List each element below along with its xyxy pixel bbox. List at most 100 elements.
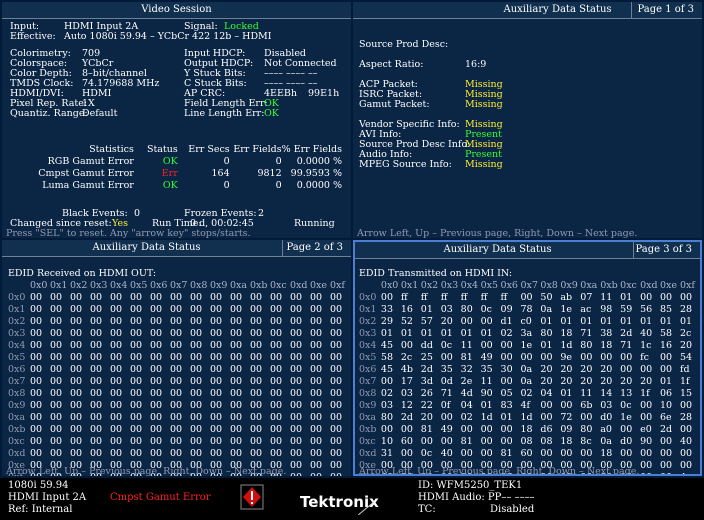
hex-row-header: 0x7 <box>359 376 377 387</box>
hex-row: 0x1 00 00 00 00 00 00 00 00 00 00 00 00 00 00 00 00 <box>8 304 350 316</box>
hex-cell: 00 <box>250 352 263 363</box>
hex-cell: 00 <box>50 400 63 411</box>
hex-cell: 1e <box>560 304 573 315</box>
hex-cell: 00 <box>330 412 343 423</box>
field-label: Quantiz. Range: <box>10 108 88 119</box>
stats-header-row: Statistics Status Err Secs Err Fields% Err … <box>22 144 342 156</box>
hex-col-header: 0x2 <box>70 280 88 291</box>
hex-cell: 00 <box>310 412 323 423</box>
hex-row-header: 0x4 <box>8 340 26 351</box>
reset-hint: Press "SEL" to reset. Any "arrow key" st… <box>6 228 251 238</box>
hex-cell: 01 <box>420 328 433 339</box>
hex-cell: 81 <box>500 448 513 459</box>
hex-col-header: 0x6 <box>500 280 518 291</box>
hex-cell: 00 <box>380 376 393 387</box>
hex-row-header: 0xb <box>359 424 377 435</box>
hex-cell: 00 <box>290 472 310 476</box>
hex-cell: 00 <box>290 436 303 447</box>
hex-cell: 00 <box>50 388 63 399</box>
hex-cell: 01 <box>420 304 433 315</box>
status-bar: 1080i 59.94 HDMI Input 2A Ref: Internal … <box>0 478 704 520</box>
hex-row: 0x5 58 2c 25 00 81 49 00 00 00 9e 00 00 00 fc 00 54 <box>359 352 700 364</box>
hex-cell: ff <box>480 292 488 303</box>
hex-row: 0x9 00 00 00 00 00 00 00 00 00 00 00 00 00 00 00 00 <box>8 400 350 412</box>
hex-cell: 00 <box>230 340 243 351</box>
hex-cell: 22 <box>420 400 433 411</box>
hex-cell: 00 <box>290 412 303 423</box>
hex-cell: 00 <box>660 292 673 303</box>
hex-cell: 6e <box>660 412 672 423</box>
hex-cell: 00 <box>110 328 123 339</box>
hex-cell: 00 <box>310 400 323 411</box>
alarm-warning-icon <box>240 484 264 513</box>
hex-cell: 00 <box>90 388 103 399</box>
hex-cell: 00 <box>290 340 303 351</box>
hex-cell: 00 <box>170 436 183 447</box>
edid-in-table: 0x0 0x1 0x2 0x3 0x4 0x5 0x6 0x7 0x8 0x9 0xa 0xb 0xc 0… <box>359 280 700 474</box>
hex-row-header: 0x5 <box>8 352 26 363</box>
hex-cell: 00 <box>330 292 343 303</box>
video-session-panel[interactable]: Video Session Input: HDMI Input 2A Signa… <box>2 2 351 238</box>
hex-cell: 00 <box>130 424 143 435</box>
hex-cell: 49 <box>480 352 493 363</box>
hex-cell: d0 <box>620 436 633 447</box>
hex-cell: d1 <box>500 316 513 327</box>
aux-data-page2-panel[interactable]: Auxiliary Data Status Page 2 of 3 EDID R… <box>2 240 351 476</box>
hex-cell: 00 <box>70 376 83 387</box>
aux-data-page1-panel[interactable]: Auxiliary Data Status Page 1 of 3 Source… <box>353 2 702 238</box>
panel-title-bar: Auxiliary Data Status Page 2 of 3 <box>2 240 351 257</box>
hex-cell: 00 <box>190 304 203 315</box>
hex-cell: 00 <box>70 364 83 375</box>
hex-cell: 81 <box>460 352 473 363</box>
hex-cell: 32 <box>460 364 473 375</box>
hex-cell: 00 <box>250 340 263 351</box>
hex-cell: 20 <box>640 376 653 387</box>
hex-col-header: 0x0 <box>380 280 399 291</box>
hex-cell: 00 <box>190 316 203 327</box>
hex-cell: 00 <box>210 436 223 447</box>
hex-cell: 00 <box>90 364 103 375</box>
panel-title: Auxiliary Data Status <box>92 242 201 253</box>
hex-row-header: 0xa <box>359 412 377 423</box>
hex-cell: 00 <box>250 412 263 423</box>
hex-cell: a0 <box>600 424 612 435</box>
panel-title-bar: Auxiliary Data Status Page 3 of 3 <box>355 242 700 259</box>
hex-cell: 00 <box>110 364 123 375</box>
hex-cell: 03 <box>380 400 393 411</box>
hex-row-header: 0xc <box>359 436 376 447</box>
hex-cell: 00 <box>270 400 283 411</box>
hex-cell: 00 <box>70 436 83 447</box>
hex-col-header: 0xb <box>250 280 268 291</box>
hex-cell: 00 <box>660 436 673 447</box>
hex-cell: 00 <box>290 304 303 315</box>
hex-cell: 40 <box>679 436 693 447</box>
hex-row-header: 0x3 <box>8 328 26 339</box>
hex-cell: 58 <box>660 328 673 339</box>
hex-cell: 00 <box>580 448 593 459</box>
hex-cell: 1c <box>640 340 652 351</box>
edid-in-heading: EDID Transmitted on HDMI IN: <box>359 268 513 279</box>
hex-cell: 00 <box>660 460 673 471</box>
hex-cell: 01 <box>600 316 613 327</box>
hex-cell: 00 <box>170 388 183 399</box>
hex-cell: 00 <box>90 436 103 447</box>
hex-cell: 20 <box>580 364 593 375</box>
hex-cell: 00 <box>480 448 493 459</box>
hex-col-header: 0x9 <box>560 280 578 291</box>
aux-data-page3-panel[interactable]: Auxiliary Data Status Page 3 of 3 EDID T… <box>353 240 702 476</box>
hex-cell: 00 <box>30 340 43 351</box>
hex-cell: 00 <box>250 364 263 375</box>
hex-cell: 00 <box>270 424 283 435</box>
field-value: OK <box>264 108 279 119</box>
hex-cell: 01 <box>400 328 413 339</box>
hex-col-header: 0xa <box>230 280 248 291</box>
hex-cell: 00 <box>130 340 143 351</box>
hex-cell: 00 <box>30 424 43 435</box>
hex-cell: 10 <box>380 436 393 447</box>
hex-cell: 2d <box>620 328 633 339</box>
hex-cell: 00 <box>30 412 43 423</box>
hex-cell: 71 <box>440 388 453 399</box>
hex-cell: 00 <box>310 388 323 399</box>
hex-cell: 00 <box>130 304 143 315</box>
running-status: Running <box>294 218 335 229</box>
